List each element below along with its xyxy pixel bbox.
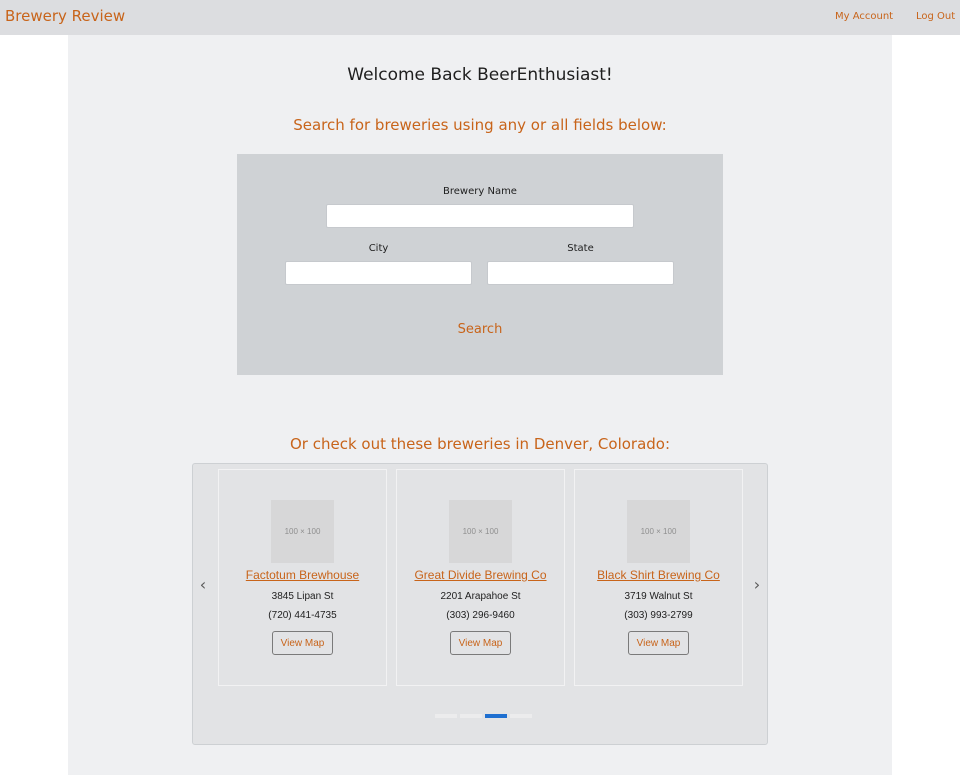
search-heading: Search for breweries using any or all fi… (293, 116, 667, 134)
brewery-name-link[interactable]: Great Divide Brewing Co (397, 568, 564, 582)
brewery-card: 100 × 100 Black Shirt Brewing Co 3719 Wa… (574, 469, 743, 686)
welcome-heading: Welcome Back BeerEnthusiast! (347, 65, 613, 85)
brewery-address: 2201 Arapahoe St (440, 591, 521, 602)
brewery-phone: (303) 296-9460 (446, 610, 515, 621)
main-content: Welcome Back BeerEnthusiast! Search for … (68, 35, 892, 775)
city-input[interactable] (285, 261, 472, 285)
view-map-button[interactable]: View Map (272, 631, 333, 655)
brewery-name-label: Brewery Name (443, 186, 517, 197)
brewery-name-link[interactable]: Black Shirt Brewing Co (575, 568, 742, 582)
brewery-card: 100 × 100 Factotum Brewhouse 3845 Lipan … (218, 469, 387, 686)
carousel-indicator[interactable] (485, 714, 507, 718)
carousel-indicator[interactable] (460, 714, 482, 718)
brewery-card: 100 × 100 Great Divide Brewing Co 2201 A… (396, 469, 565, 686)
brewery-phone: (303) 993-2799 (624, 610, 693, 621)
top-navbar: Brewery Review My Account Log Out (0, 0, 960, 35)
search-form: Brewery Name City State Search (237, 154, 723, 375)
search-button[interactable]: Search (430, 318, 530, 340)
brewery-address: 3845 Lipan St (271, 591, 334, 602)
brewery-thumbnail: 100 × 100 (449, 500, 512, 563)
chevron-left-icon[interactable]: ‹ (193, 574, 213, 596)
brand-link[interactable]: Brewery Review (5, 7, 125, 25)
carousel-indicators (435, 714, 532, 719)
carousel-indicator[interactable] (435, 714, 457, 718)
brewery-name-input[interactable] (326, 204, 634, 228)
brewery-thumbnail: 100 × 100 (627, 500, 690, 563)
chevron-right-icon[interactable]: › (747, 574, 767, 596)
city-label: City (368, 243, 389, 254)
view-map-button[interactable]: View Map (628, 631, 689, 655)
featured-heading: Or check out these breweries in Denver, … (289, 435, 671, 453)
brewery-name-link[interactable]: Factotum Brewhouse (219, 568, 386, 582)
carousel-indicator[interactable] (510, 714, 532, 718)
brewery-address: 3719 Walnut St (624, 591, 693, 602)
brewery-carousel: ‹ 100 × 100 Factotum Brewhouse 3845 Lipa… (192, 463, 768, 745)
state-input[interactable] (487, 261, 674, 285)
brewery-phone: (720) 441-4735 (268, 610, 337, 621)
view-map-button[interactable]: View Map (450, 631, 511, 655)
my-account-link[interactable]: My Account (835, 11, 893, 22)
state-label: State (567, 243, 594, 254)
brewery-thumbnail: 100 × 100 (271, 500, 334, 563)
log-out-link[interactable]: Log Out (916, 11, 955, 22)
